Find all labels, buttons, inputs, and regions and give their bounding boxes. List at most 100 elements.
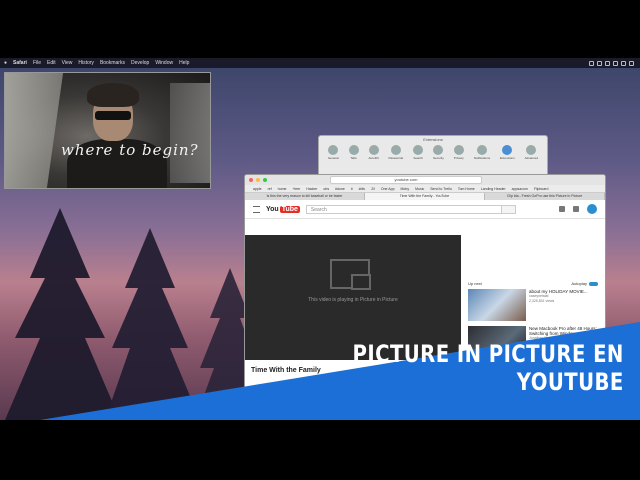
autoplay-label: Autoplay [571,281,587,286]
prefs-tab-general[interactable]: General [328,143,339,160]
browser-tab-active[interactable]: Time With the Family - YouTube [365,193,485,200]
search-input[interactable]: Search [305,204,502,214]
prefs-tab-privacy[interactable]: Privacy [453,143,464,160]
safari-toolbar: youtube.com [245,175,605,185]
prefs-tab-label: AutoFill [368,156,379,160]
favorite-link[interactable]: Flipboard [534,187,549,191]
prefs-tab-label: Notifications [473,156,491,160]
banner-line-1: PICTURE IN PICTURE EN [352,340,624,368]
prefs-tab-advanced[interactable]: Advanced [525,143,538,160]
video-meta: about my HOLIDAY MOVIE... caseyneistat 2… [529,289,588,321]
prefs-tab-label: Security [433,156,444,160]
favorite-link[interactable]: obs [323,187,329,191]
search-button[interactable] [501,204,516,214]
favorite-link[interactable]: Hacker [306,187,317,191]
status-icon[interactable] [589,60,594,66]
banner-title: PICTURE IN PICTURE EN YOUTUBE [353,340,624,396]
avatar[interactable] [587,204,597,214]
menu-app-name[interactable]: Safari [13,60,27,66]
youtube-logo[interactable]: You Tube [266,205,300,213]
youtube-header: You Tube Search [245,200,605,219]
picture-in-picture-window[interactable]: where to begin? [4,72,211,189]
upload-icon[interactable] [559,206,565,212]
favorite-link[interactable]: 2/l [371,187,375,191]
prefs-tab-label: Passwords [388,156,404,160]
prefs-tab-label: Advanced [524,156,538,160]
status-icon[interactable] [597,60,602,66]
wallpaper-trees [5,208,260,420]
favorite-link[interactable]: #dtv [359,187,366,191]
favorite-link[interactable]: Music [415,187,424,191]
menu-develop[interactable]: Develop [131,60,149,66]
prefs-tab-autofill[interactable]: AutoFill [368,143,379,160]
video-title: Time With the Family [251,367,321,374]
favorite-link[interactable]: Landing Header [481,187,506,191]
prefs-tab-label: Search [413,156,423,160]
menu-view[interactable]: View [62,60,73,66]
notifications-icon[interactable] [573,206,579,212]
favorite-link[interactable]: ref [268,187,272,191]
menu-window[interactable]: Window [155,60,173,66]
prefs-tab-label: Privacy [453,156,464,160]
cabin-wall [170,83,210,183]
status-icon[interactable] [605,60,610,66]
favorite-link[interactable]: Send to Trello [430,187,452,191]
minimize-window-button[interactable] [256,178,260,182]
menu-edit[interactable]: Edit [47,60,56,66]
status-icon[interactable] [629,60,634,66]
prefs-tab-search[interactable]: Search [413,143,424,160]
up-next-header: Up next Autoplay [468,281,598,286]
prefs-toolbar: General Tabs AutoFill Passwords Search S… [319,143,547,160]
related-title[interactable]: New Macbook Pro after 48 Hours: Switchin… [529,326,602,336]
sunglasses [95,111,131,120]
prefs-tab-label: Extensions [500,156,515,160]
prefs-tab-passwords[interactable]: Passwords [388,143,403,160]
apple-menu-icon[interactable]: ● [4,60,7,66]
pip-message: This video is playing in Picture in Pict… [308,297,398,303]
favorite-link[interactable]: appsacom [512,187,528,191]
prefs-tab-security[interactable]: Security [433,143,444,160]
person-hair [87,83,139,107]
favorite-link[interactable]: One App [381,187,395,191]
address-bar[interactable]: youtube.com [330,176,482,184]
status-icon[interactable] [613,60,618,66]
header-actions [559,204,597,214]
favorite-link[interactable]: Moby [401,187,410,191]
browser-tab[interactable]: Is this the very reason to kill baseball… [245,193,365,200]
status-icon[interactable] [621,60,626,66]
related-video[interactable]: about my HOLIDAY MOVIE... caseyneistat 2… [468,289,602,321]
prefs-tab-notifications[interactable]: Notifications [474,143,490,160]
autoplay-control: Autoplay [571,281,598,286]
zoom-window-button[interactable] [263,178,267,182]
hamburger-menu-icon[interactable] [253,205,260,213]
logo-tube: Tube [279,205,300,213]
favorite-link[interactable]: Tom Home [458,187,475,191]
favorite-link[interactable]: #done [335,187,345,191]
browser-tab[interactable]: Clip bla - Fresh GoPro use this Picture … [485,193,605,200]
prefs-tab-label: General [327,156,339,160]
pip-caption: where to begin? [61,141,199,159]
favorite-link[interactable]: apple [253,187,262,191]
prefs-tab-tabs[interactable]: Tabs [348,143,359,160]
video-thumbnail[interactable] [468,289,526,321]
picture-in-picture-icon [330,259,371,290]
status-icons [589,60,640,66]
favorites-bar: apple ref home +leer Hacker obs #done ti… [245,185,605,193]
close-window-button[interactable] [249,178,253,182]
letterbox-frame: ● Safari File Edit View History Bookmark… [0,0,640,480]
menu-help[interactable]: Help [179,60,189,66]
menu-bookmarks[interactable]: Bookmarks [100,60,125,66]
menu-file[interactable]: File [33,60,41,66]
menu-bar: ● Safari File Edit View History Bookmark… [0,58,640,68]
favorite-link[interactable]: ti [351,187,353,191]
menu-history[interactable]: History [78,60,94,66]
related-views: 2,325,831 views [529,299,555,303]
prefs-tab-extensions[interactable]: Extensions [500,143,515,160]
prefs-title: Extensions [423,137,443,142]
favorite-link[interactable]: +leer [292,187,300,191]
autoplay-toggle[interactable] [589,281,598,286]
favorite-link[interactable]: home [278,187,287,191]
prefs-tab-label: Tabs [350,156,357,160]
plane-window [5,73,64,188]
tab-bar: Is this the very reason to kill baseball… [245,193,605,200]
